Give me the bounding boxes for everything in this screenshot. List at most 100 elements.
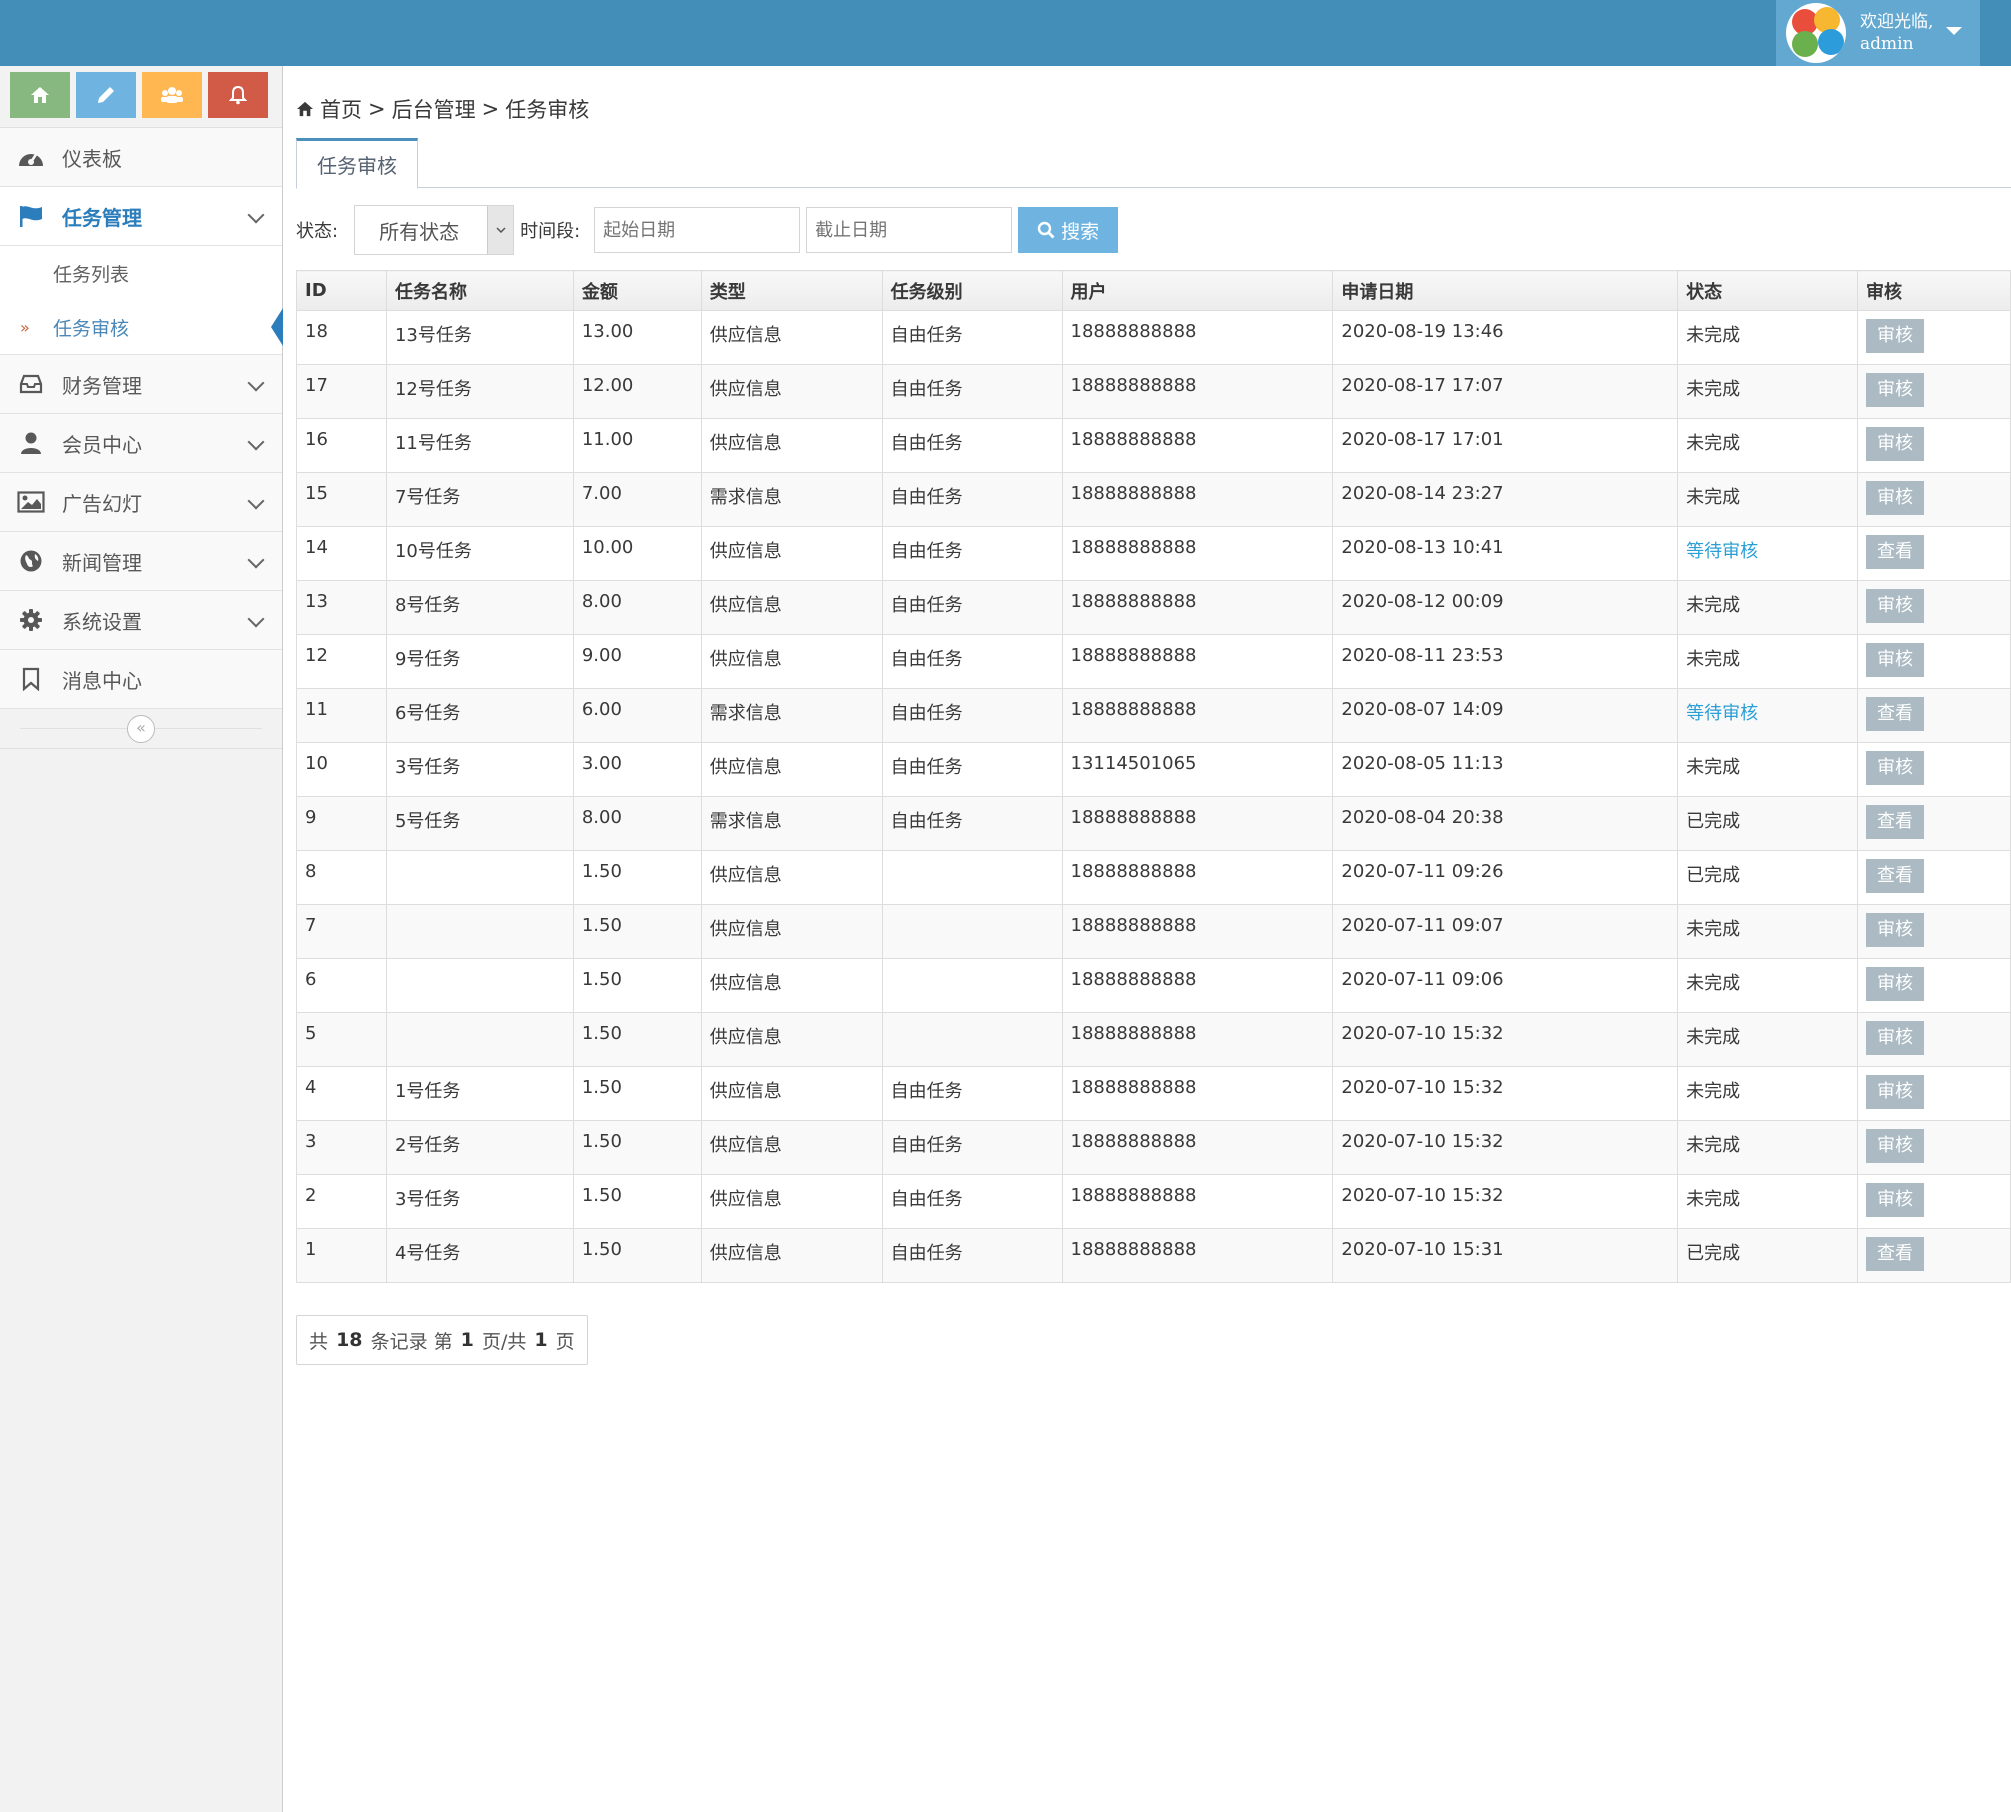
breadcrumb: 首页 > 后台管理 > 任务审核: [296, 94, 589, 124]
review-action-button[interactable]: 审核: [1866, 751, 1925, 785]
review-action-button[interactable]: 查看: [1866, 1237, 1925, 1271]
chevron-down-icon: [247, 206, 265, 224]
cell-action: 查看: [1857, 688, 2011, 743]
review-action-button[interactable]: 审核: [1866, 589, 1925, 623]
review-action-button[interactable]: 审核: [1866, 373, 1925, 407]
cell-text: 已完成: [1686, 1243, 1741, 1264]
sidebar-item-finance[interactable]: 财务管理: [0, 355, 282, 414]
review-action-button[interactable]: 查看: [1866, 535, 1925, 569]
cell-text: 3号任务: [394, 1189, 461, 1210]
sidebar-item-member-center[interactable]: 会员中心: [0, 414, 282, 473]
sidebar-item-system-settings[interactable]: 系统设置: [0, 591, 282, 650]
cell-type: 供应信息: [700, 904, 883, 959]
cell-amount: 1.50: [572, 1174, 702, 1229]
sidebar-item-label: 广告幻灯: [62, 491, 142, 516]
status-label: 状态:: [296, 221, 339, 242]
cell-id: 10: [296, 742, 387, 797]
pager-total-records: 18: [336, 1329, 363, 1351]
sidebar-item-task-management[interactable]: 任务管理: [0, 187, 282, 246]
shortcut-notify-button[interactable]: [208, 72, 268, 118]
cell-text: 已完成: [1686, 865, 1741, 886]
shortcut-home-button[interactable]: [10, 72, 70, 118]
table-row: 1 4号任务 1.50 供应信息 自由任务 18888888888 2020-07-10 1…: [296, 1228, 2011, 1283]
sidebar-item-message-center[interactable]: 消息中心: [0, 650, 282, 709]
review-action-button[interactable]: 审核: [1866, 1075, 1925, 1109]
cell-task-name: 4号任务: [385, 1228, 574, 1283]
cell-id: 11: [296, 688, 387, 743]
review-action-button[interactable]: 审核: [1866, 481, 1925, 515]
status-select[interactable]: 所有状态: [354, 205, 515, 255]
cell-amount: 12.00: [572, 364, 702, 419]
gear-icon: [16, 605, 46, 635]
cell-text: 4: [305, 1077, 317, 1098]
cell-task-level: 自由任务: [881, 310, 1063, 365]
cell-apply-date: 2020-07-10 15:32: [1332, 1120, 1679, 1175]
sidebar-item-label: 系统设置: [62, 609, 142, 634]
cell-text: 2020-07-10 15:32: [1341, 1023, 1504, 1044]
sidebar-item-dashboard[interactable]: 仪表板: [0, 128, 282, 187]
cell-text: 未完成: [1686, 757, 1741, 778]
cell-task-name: [385, 1012, 574, 1067]
review-action-button[interactable]: 审核: [1866, 1021, 1925, 1055]
cell-user: 18888888888: [1061, 688, 1334, 743]
cell-text: 自由任务: [890, 1081, 963, 1102]
cell-id: 5: [296, 1012, 387, 1067]
table-row: 14 10号任务 10.00 供应信息 自由任务 18888888888 2020-08-1…: [296, 526, 2011, 581]
sidebar-item-news[interactable]: 新闻管理: [0, 532, 282, 591]
end-date-input[interactable]: [806, 207, 1013, 253]
breadcrumb-home-link[interactable]: 首页: [320, 94, 362, 124]
cell-text: 未完成: [1686, 433, 1741, 454]
cell-text: 1.50: [581, 1131, 622, 1152]
review-action-button[interactable]: 审核: [1866, 1129, 1925, 1163]
cell-text: 供应信息: [709, 865, 782, 886]
cell-text: 供应信息: [709, 1081, 782, 1102]
double-angle-left-icon[interactable]: «: [127, 715, 155, 743]
review-action-button[interactable]: 审核: [1866, 1183, 1925, 1217]
cell-text: 已完成: [1686, 811, 1741, 832]
search-button[interactable]: 搜索: [1018, 207, 1119, 253]
cell-text: 15: [305, 483, 328, 504]
review-action-button[interactable]: 审核: [1866, 643, 1925, 677]
cell-text: 2020-08-13 10:41: [1341, 537, 1504, 558]
cell-text: 13.00: [581, 321, 634, 342]
cell-task-level: 自由任务: [881, 418, 1063, 473]
cell-task-level: 自由任务: [881, 526, 1063, 581]
shortcut-edit-button[interactable]: [76, 72, 136, 118]
sidebar-item-ads[interactable]: 广告幻灯: [0, 473, 282, 532]
cell-text: 供应信息: [709, 919, 782, 940]
column-header: ID: [296, 270, 387, 311]
submenu-item-task-list[interactable]: 任务列表: [0, 246, 282, 300]
cell-user: 18888888888: [1061, 418, 1334, 473]
cell-task-name: 9号任务: [385, 634, 574, 689]
review-action-button[interactable]: 审核: [1866, 913, 1925, 947]
globe-icon: [16, 546, 46, 576]
cell-amount: 8.00: [572, 796, 702, 851]
shortcut-users-button[interactable]: [142, 72, 202, 118]
start-date-input[interactable]: [594, 207, 801, 253]
review-action-button[interactable]: 查看: [1866, 859, 1925, 893]
cell-text: 6: [305, 969, 317, 990]
user-menu[interactable]: 欢迎光临, admin: [1776, 0, 1980, 66]
cell-user: 18888888888: [1061, 364, 1334, 419]
review-action-button[interactable]: 查看: [1866, 805, 1925, 839]
status-select-value: 所有状态: [379, 219, 460, 244]
cell-type: 供应信息: [700, 1174, 883, 1229]
pager-text: 条记录 第: [370, 1330, 453, 1353]
cell-text: 自由任务: [890, 1243, 963, 1264]
submenu-item-task-review[interactable]: » 任务审核: [0, 300, 283, 354]
review-action-button[interactable]: 审核: [1866, 967, 1925, 1001]
review-action-button[interactable]: 查看: [1866, 697, 1925, 731]
cell-task-level: [881, 850, 1063, 905]
tab-task-review[interactable]: 任务审核: [296, 138, 418, 189]
cell-type: 供应信息: [700, 580, 883, 635]
cell-text: 12号任务: [394, 379, 472, 400]
breadcrumb-admin-link[interactable]: 后台管理: [392, 94, 476, 124]
cell-text: 供应信息: [709, 595, 782, 616]
cell-text: 5号任务: [394, 811, 461, 832]
cell-user: 18888888888: [1061, 634, 1334, 689]
review-action-button[interactable]: 审核: [1866, 427, 1925, 461]
cell-text: 供应信息: [709, 379, 782, 400]
review-action-button[interactable]: 审核: [1866, 319, 1925, 353]
sidebar-item-label: 仪表板: [62, 146, 122, 171]
cell-text: 自由任务: [890, 379, 963, 400]
